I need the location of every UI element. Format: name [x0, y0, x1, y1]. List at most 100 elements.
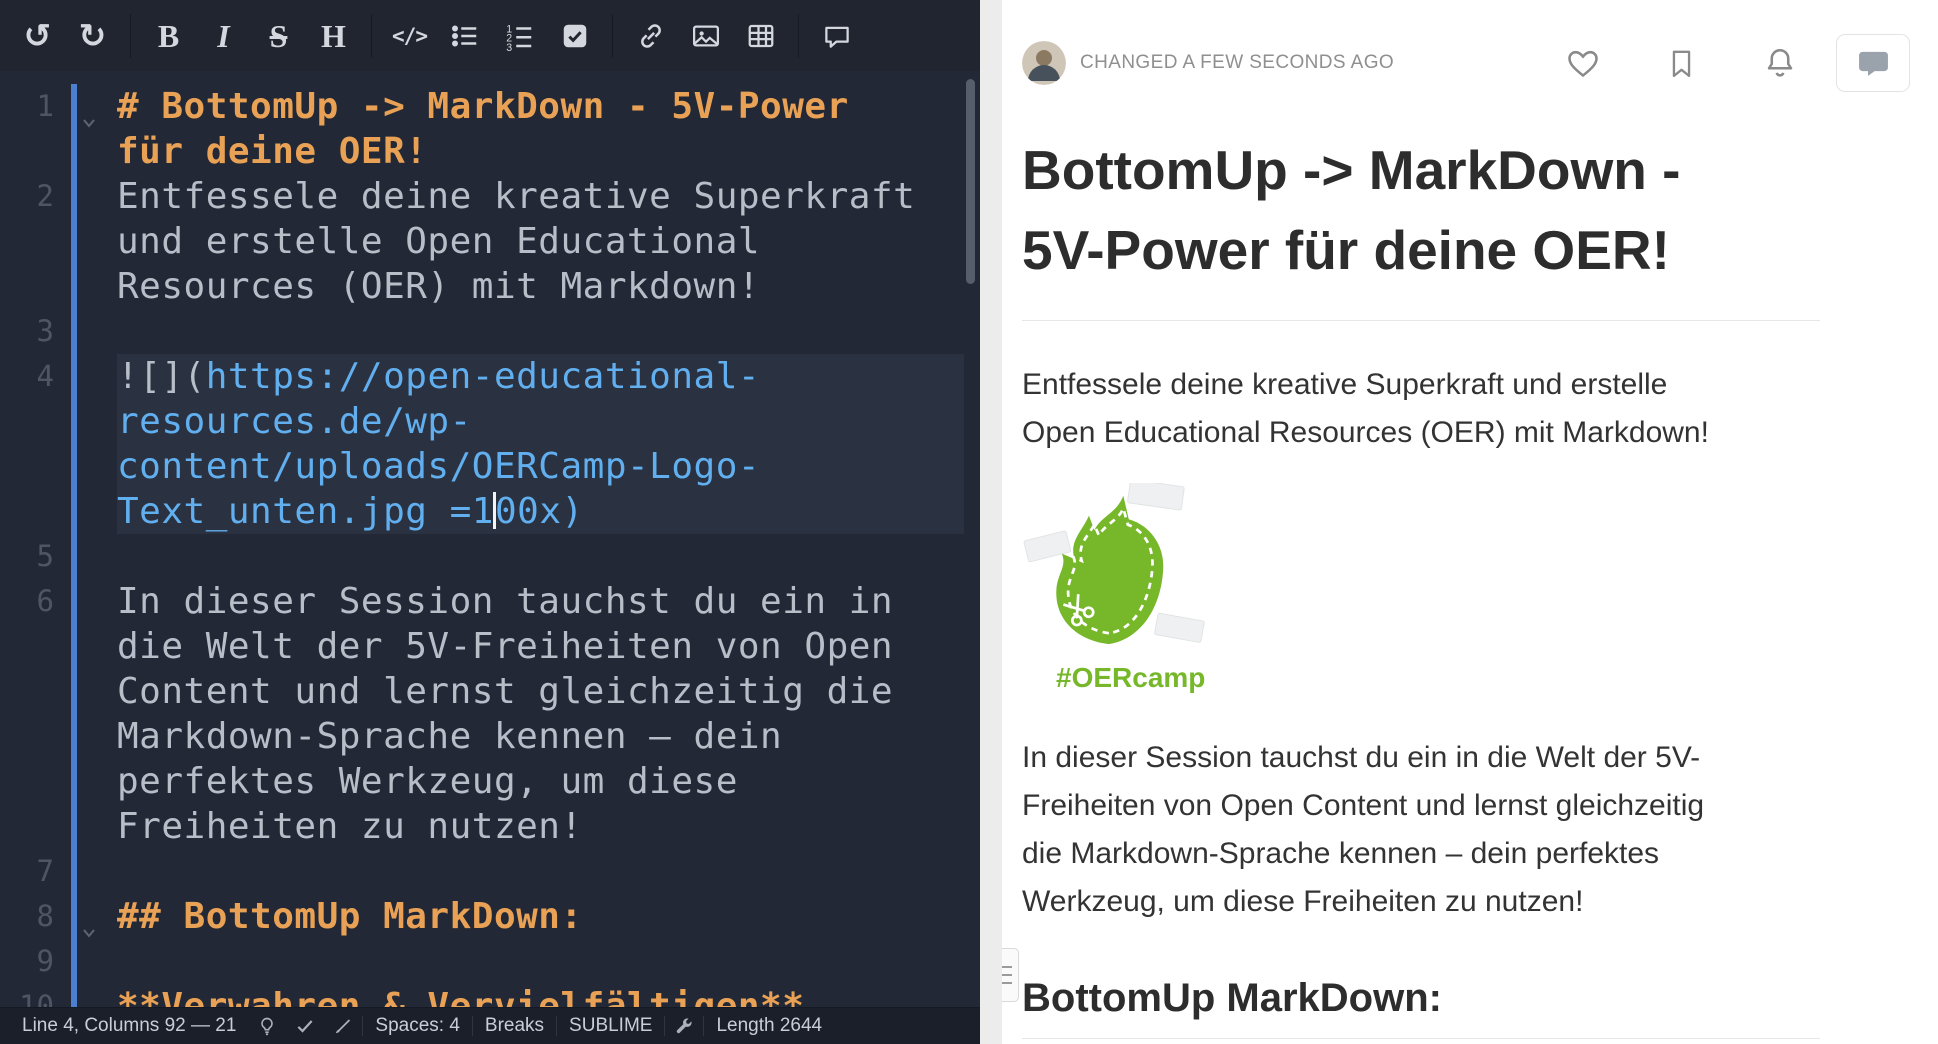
spellcheck-icon[interactable] — [286, 1016, 324, 1036]
fold-chevron-icon[interactable] — [80, 98, 98, 143]
indent-setting[interactable]: Spaces: 4 — [363, 1015, 472, 1037]
insert-table-button[interactable] — [733, 0, 788, 71]
bullet-list-icon — [450, 21, 480, 51]
line-number: 5 — [0, 534, 64, 579]
line-number: 6 — [0, 579, 64, 849]
wrench-icon[interactable] — [665, 1016, 703, 1036]
editor-line: 7 — [0, 849, 980, 894]
comment-icon — [822, 21, 852, 51]
line-text[interactable]: # BottomUp -> MarkDown - 5V-Power für de… — [64, 84, 964, 174]
bullet-list-button[interactable] — [437, 0, 492, 71]
linebreak-setting[interactable]: Breaks — [473, 1015, 556, 1037]
italic-icon: I — [217, 20, 229, 52]
redo-button[interactable]: ↻ — [65, 0, 120, 71]
line-text[interactable]: Entfessele deine kreative Superkraft und… — [64, 174, 964, 309]
image-markup: ![]( — [117, 356, 206, 397]
strikethrough-icon: S — [270, 20, 288, 52]
line-text[interactable]: **Verwahren & Vervielfältigen** — [64, 984, 964, 1007]
line-text[interactable] — [64, 309, 964, 354]
bookmark-button[interactable] — [1665, 47, 1698, 80]
check-list-button[interactable] — [547, 0, 602, 71]
toolbar-separator — [798, 14, 799, 58]
code-block-button[interactable]: </> — [382, 0, 437, 71]
last-changed-status: CHANGED A FEW SECONDS AGO — [1080, 52, 1394, 74]
numbered-list-button[interactable]: 123 — [492, 0, 547, 71]
oercamp-logo-caption: #OERcamp — [1056, 662, 1820, 694]
redo-icon: ↻ — [79, 19, 107, 52]
editor-line: 1 # BottomUp -> MarkDown - 5V-Power für … — [0, 84, 980, 174]
heading-icon: H — [321, 20, 346, 52]
code-icon: </> — [392, 24, 427, 48]
paragraph: In dieser Session tauchst du ein in die … — [1022, 734, 1820, 926]
bell-icon — [1762, 45, 1798, 81]
keymap-setting[interactable]: SUBLIME — [557, 1015, 664, 1037]
editor-line: 10 **Verwahren & Vervielfältigen** — [0, 984, 980, 1007]
editor-line-active: 4 ![](https://open-educational- resource… — [0, 354, 980, 534]
line-number: 10 — [0, 984, 64, 1007]
editor-status-bar: Line 4, Columns 92 — 21 Spaces: 4 Breaks… — [0, 1007, 980, 1044]
numbered-list-icon: 123 — [505, 21, 535, 51]
editor-line: 3 — [0, 309, 980, 354]
image-url: https://open-educational- resources.de/w… — [117, 356, 760, 532]
line-number: 3 — [0, 309, 64, 354]
preview-pane: CHANGED A FEW SECONDS AGO BottomUp -> Ma… — [1002, 0, 1938, 1044]
rendered-document: BottomUp -> MarkDown - 5V-Power für dein… — [1022, 130, 1820, 1039]
document-title: BottomUp -> MarkDown - 5V-Power für dein… — [1022, 130, 1820, 321]
bold-icon: B — [158, 20, 179, 52]
changed-lines-indicator — [71, 84, 77, 1007]
preview-header: CHANGED A FEW SECONDS AGO — [1022, 0, 1938, 92]
line-text[interactable]: In dieser Session tauchst du ein in die … — [64, 579, 964, 849]
heart-icon — [1565, 45, 1601, 81]
line-number: 1 — [0, 84, 64, 174]
line-number: 8 — [0, 894, 64, 939]
cursor-position: Line 4, Columns 92 — 21 — [10, 1015, 248, 1037]
section-heading: BottomUp MarkDown: — [1022, 972, 1820, 1039]
line-number: 9 — [0, 939, 64, 984]
lightbulb-icon[interactable] — [248, 1016, 286, 1036]
comment-button[interactable] — [809, 0, 864, 71]
line-text[interactable] — [64, 534, 964, 579]
toolbar-separator — [612, 14, 613, 58]
editor-line: 6 In dieser Session tauchst du ein in di… — [0, 579, 980, 849]
subscribe-button[interactable] — [1762, 45, 1798, 81]
insert-image-button[interactable] — [678, 0, 733, 71]
bookmark-icon — [1665, 47, 1698, 80]
avatar-photo — [1022, 41, 1066, 85]
image-url: 00x) — [495, 491, 584, 532]
svg-text:3: 3 — [506, 42, 512, 51]
open-comments-button[interactable] — [1836, 34, 1910, 92]
theme-brush-icon[interactable] — [324, 1016, 362, 1036]
insert-link-button[interactable] — [623, 0, 678, 71]
pane-divider[interactable] — [980, 0, 1002, 1044]
editor-content[interactable]: 1 # BottomUp -> MarkDown - 5V-Power für … — [0, 71, 980, 1007]
line-number: 7 — [0, 849, 64, 894]
heading-button[interactable]: H — [306, 0, 361, 71]
check-list-icon — [560, 21, 590, 51]
editor-toolbar: ↺ ↻ B I S H </> 123 — [0, 0, 980, 71]
editor-line: 5 — [0, 534, 980, 579]
toolbar-separator — [130, 14, 131, 58]
avatar[interactable] — [1022, 41, 1066, 85]
line-text[interactable]: ## BottomUp MarkDown: — [64, 894, 964, 939]
strikethrough-button[interactable]: S — [251, 0, 306, 71]
image-icon — [691, 21, 721, 51]
italic-button[interactable]: I — [196, 0, 251, 71]
undo-button[interactable]: ↺ — [10, 0, 65, 71]
line-text[interactable] — [64, 939, 964, 984]
editor-line: 2 Entfessele deine kreative Superkraft u… — [0, 174, 980, 309]
split-view-handle[interactable] — [1002, 948, 1019, 1002]
line-text[interactable]: ![](https://open-educational- resources.… — [64, 354, 964, 534]
line-number: 2 — [0, 174, 64, 309]
speech-bubble-icon — [1857, 47, 1890, 80]
fold-chevron-icon[interactable] — [80, 908, 98, 953]
editor-line: 9 — [0, 939, 980, 984]
line-text[interactable] — [64, 849, 964, 894]
table-icon — [746, 21, 776, 51]
link-icon — [636, 21, 666, 51]
document-length: Length 2644 — [704, 1015, 834, 1037]
markdown-editor-app: ↺ ↻ B I S H </> 123 — [0, 0, 1938, 1044]
paragraph: Entfessele deine kreative Superkraft und… — [1022, 361, 1820, 457]
editor-scrollbar[interactable] — [966, 79, 975, 284]
bold-button[interactable]: B — [141, 0, 196, 71]
like-button[interactable] — [1565, 45, 1601, 81]
